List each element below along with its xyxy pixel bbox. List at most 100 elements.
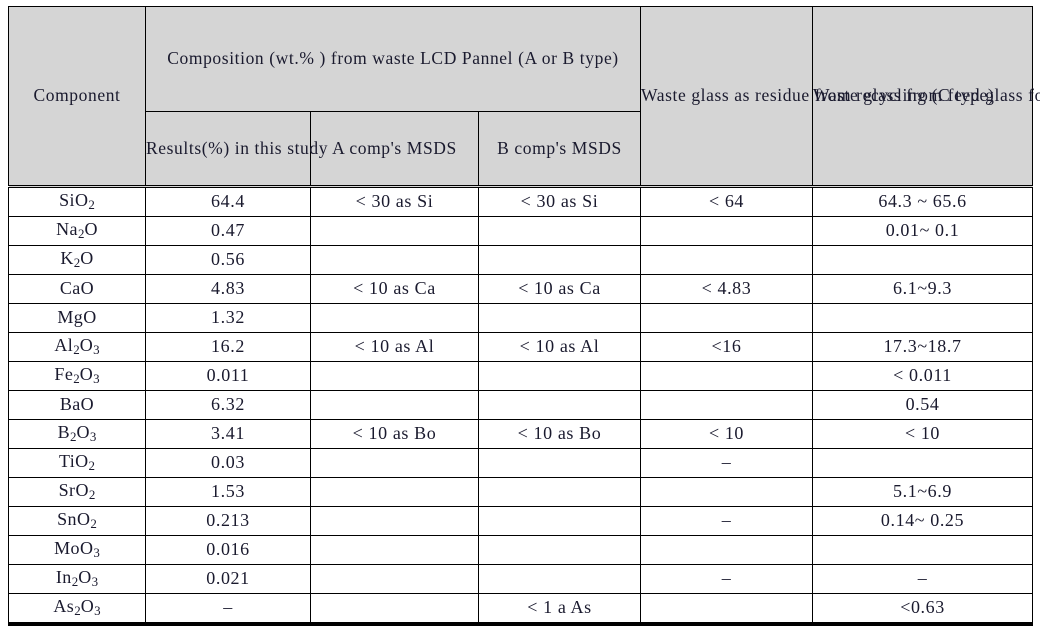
cell-component: BaO bbox=[8, 390, 146, 420]
cell-c-type: < 10 bbox=[640, 419, 814, 449]
cell-a-msds bbox=[310, 216, 479, 246]
cell-component: SiO2 bbox=[8, 185, 146, 217]
table-row: Na2O 0.47 0.01~ 0.1 bbox=[8, 216, 1034, 246]
cell-component: TiO2 bbox=[8, 448, 146, 478]
table-row: Fe2O3 0.011 < 0.011 bbox=[8, 361, 1034, 391]
cell-b-msds: < 10 as Al bbox=[477, 332, 642, 362]
table-row: CaO 4.83 < 10 as Ca < 10 as Ca < 4.83 6.1~9.3 bbox=[8, 274, 1034, 304]
cell-component: SnO2 bbox=[8, 506, 146, 536]
header-d-type: Waste glass from feed glass for LCD Pann… bbox=[812, 6, 1040, 187]
cell-results: 0.213 bbox=[145, 506, 311, 536]
cell-d-type: 0.54 bbox=[812, 390, 1034, 420]
cell-b-msds bbox=[477, 506, 642, 536]
cell-c-type: < 4.83 bbox=[640, 274, 814, 304]
cell-a-msds bbox=[310, 535, 479, 565]
cell-component: As2O3 bbox=[8, 593, 146, 626]
cell-component: Na2O bbox=[8, 216, 146, 246]
cell-a-msds bbox=[310, 245, 479, 275]
cell-d-type bbox=[812, 448, 1034, 478]
table-row: In2O3 0.021 – – bbox=[8, 564, 1034, 594]
cell-b-msds bbox=[477, 564, 642, 594]
cell-d-type: – bbox=[812, 564, 1034, 594]
cell-b-msds bbox=[477, 303, 642, 333]
cell-c-type: < 64 bbox=[640, 185, 814, 217]
cell-results: 4.83 bbox=[145, 274, 311, 304]
header-component: Component bbox=[8, 6, 146, 187]
table-row: Al2O3 16.2 < 10 as Al < 10 as Al <16 17.3~18.… bbox=[8, 332, 1034, 362]
table-sheet: Component Composition (wt.% ) from waste… bbox=[0, 0, 1040, 638]
table-row: TiO2 0.03 – bbox=[8, 448, 1034, 478]
cell-b-msds bbox=[477, 216, 642, 246]
cell-component: Fe2O3 bbox=[8, 361, 146, 391]
table-body: SiO2 64.4 < 30 as Si < 30 as Si < 64 64.3 ~ 6… bbox=[8, 185, 1034, 626]
cell-a-msds bbox=[310, 303, 479, 333]
cell-c-type: <16 bbox=[640, 332, 814, 362]
table-row: SrO2 1.53 5.1~6.9 bbox=[8, 477, 1034, 507]
cell-results: 0.011 bbox=[145, 361, 311, 391]
cell-d-type: 6.1~9.3 bbox=[812, 274, 1034, 304]
cell-b-msds: < 10 as Bo bbox=[477, 419, 642, 449]
cell-a-msds bbox=[310, 448, 479, 478]
cell-component: B2O3 bbox=[8, 419, 146, 449]
cell-results: 16.2 bbox=[145, 332, 311, 362]
cell-a-msds: < 10 as Al bbox=[310, 332, 479, 362]
cell-c-type bbox=[640, 593, 814, 626]
cell-c-type: – bbox=[640, 506, 814, 536]
cell-b-msds bbox=[477, 390, 642, 420]
cell-results: 1.32 bbox=[145, 303, 311, 333]
cell-component: CaO bbox=[8, 274, 146, 304]
header-b-comp-msds: B comp's MSDS bbox=[477, 111, 642, 187]
cell-results: – bbox=[145, 593, 311, 626]
table-header: Component Composition (wt.% ) from waste… bbox=[8, 6, 1040, 187]
cell-component: K2O bbox=[8, 245, 146, 275]
cell-c-type bbox=[640, 477, 814, 507]
table-row: B2O3 3.41 < 10 as Bo < 10 as Bo < 10 < 10 bbox=[8, 419, 1034, 449]
cell-b-msds bbox=[477, 361, 642, 391]
header-composition-group: Composition (wt.% ) from waste LCD Panne… bbox=[144, 6, 642, 112]
cell-results: 64.4 bbox=[145, 185, 311, 217]
cell-component: In2O3 bbox=[8, 564, 146, 594]
cell-d-type: < 0.011 bbox=[812, 361, 1034, 391]
header-a-comp-msds: A comp's MSDS bbox=[310, 111, 479, 187]
cell-d-type: 0.14~ 0.25 bbox=[812, 506, 1034, 536]
table-row: K2O 0.56 bbox=[8, 245, 1034, 275]
cell-c-type bbox=[640, 245, 814, 275]
table-row: As2O3– < 1 a As <0.63 bbox=[8, 593, 1034, 626]
cell-results: 0.47 bbox=[145, 216, 311, 246]
cell-a-msds: < 30 as Si bbox=[310, 185, 479, 217]
cell-c-type: – bbox=[640, 448, 814, 478]
cell-a-msds: < 10 as Ca bbox=[310, 274, 479, 304]
cell-c-type bbox=[640, 361, 814, 391]
cell-d-type: <0.63 bbox=[812, 593, 1034, 626]
cell-results: 0.016 bbox=[145, 535, 311, 565]
composition-table: Component Composition (wt.% ) from waste… bbox=[8, 6, 1040, 626]
cell-b-msds: < 1 a As bbox=[477, 593, 642, 626]
cell-d-type: < 10 bbox=[812, 419, 1034, 449]
cell-d-type: 5.1~6.9 bbox=[812, 477, 1034, 507]
cell-b-msds: < 10 as Ca bbox=[477, 274, 642, 304]
cell-a-msds bbox=[310, 506, 479, 536]
cell-d-type bbox=[812, 303, 1034, 333]
cell-a-msds bbox=[310, 361, 479, 391]
header-results-this-study: Results(%) in this study bbox=[145, 111, 328, 187]
header-row-top: Component Composition (wt.% ) from waste… bbox=[8, 6, 1040, 187]
cell-d-type bbox=[812, 535, 1034, 565]
cell-c-type bbox=[640, 216, 814, 246]
cell-c-type bbox=[640, 390, 814, 420]
table-row: MoO3 0.016 bbox=[8, 535, 1034, 565]
cell-results: 1.53 bbox=[145, 477, 311, 507]
cell-a-msds bbox=[310, 564, 479, 594]
cell-a-msds bbox=[310, 593, 479, 626]
cell-d-type: 0.01~ 0.1 bbox=[812, 216, 1034, 246]
cell-b-msds bbox=[477, 535, 642, 565]
cell-a-msds bbox=[310, 390, 479, 420]
table-row: MgO 1.32 bbox=[8, 303, 1034, 333]
cell-results: 3.41 bbox=[145, 419, 311, 449]
cell-d-type bbox=[812, 245, 1034, 275]
cell-component: SrO2 bbox=[8, 477, 146, 507]
cell-a-msds: < 10 as Bo bbox=[310, 419, 479, 449]
cell-b-msds bbox=[477, 245, 642, 275]
cell-results: 6.32 bbox=[145, 390, 311, 420]
cell-b-msds bbox=[477, 477, 642, 507]
cell-component: Al2O3 bbox=[8, 332, 146, 362]
